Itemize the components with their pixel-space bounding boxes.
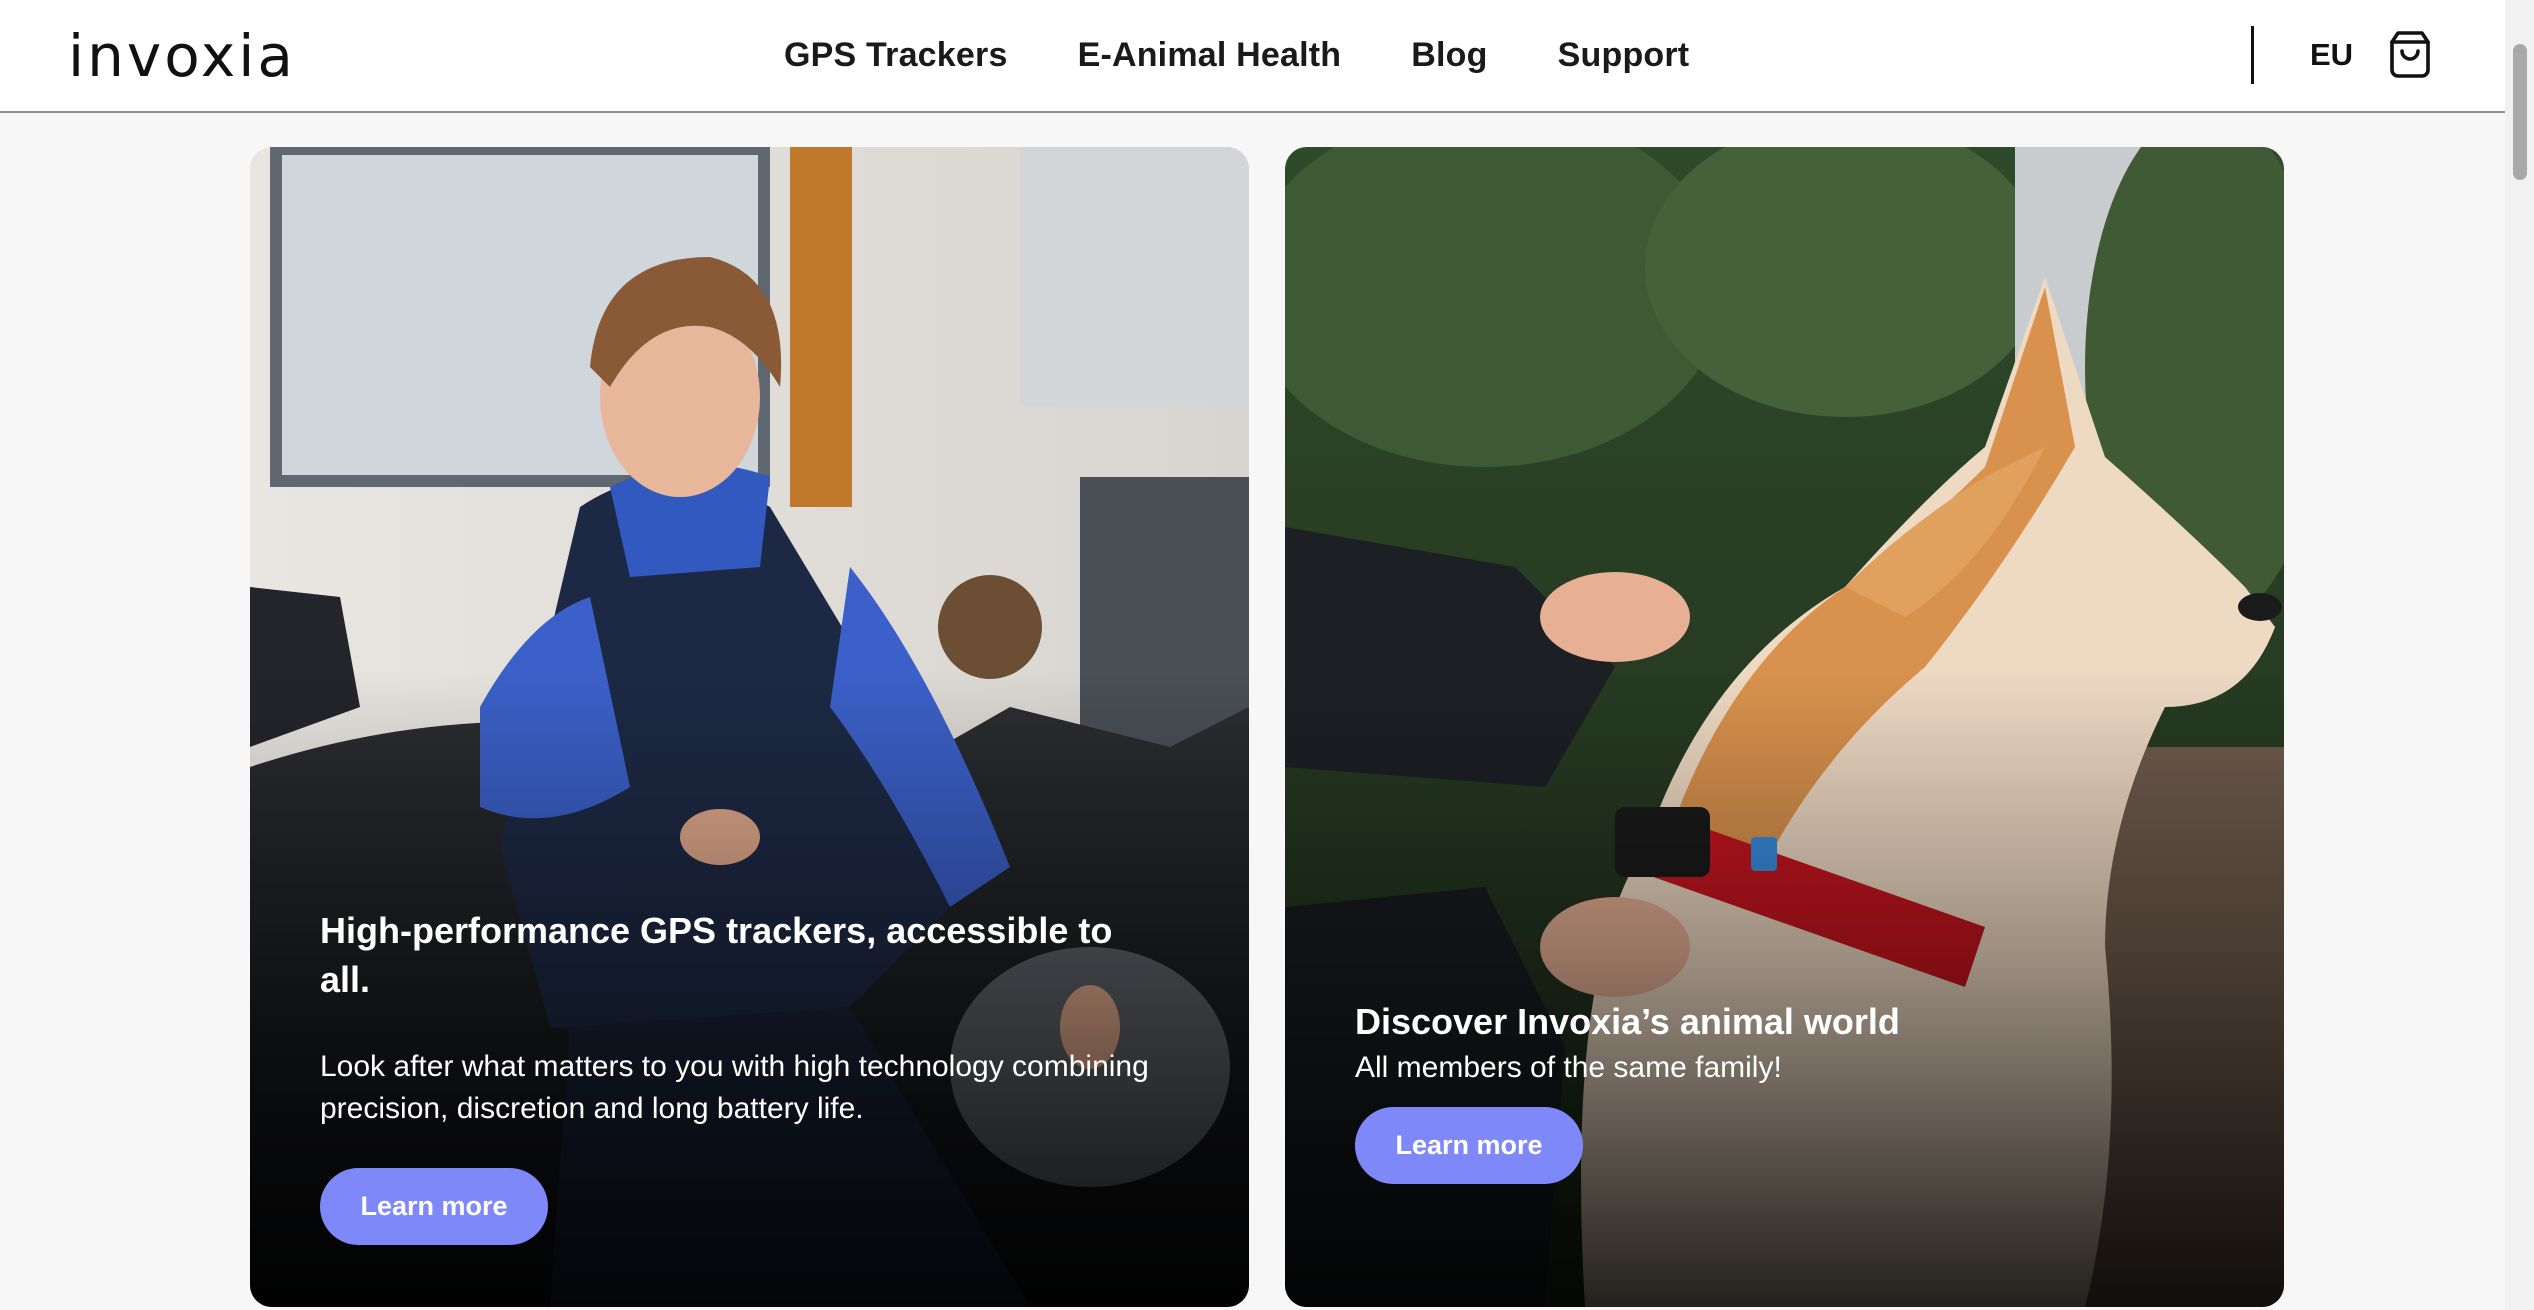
nav-gps-trackers[interactable]: GPS Trackers xyxy=(784,30,1008,80)
learn-more-button[interactable]: Learn more xyxy=(1355,1107,1583,1184)
card-title: Discover Invoxia’s animal world xyxy=(1355,1001,1900,1042)
card-description: All members of the same family! xyxy=(1355,1051,1782,1084)
invoxia-logo[interactable]: invoxia xyxy=(68,18,296,94)
page-scrollbar[interactable] xyxy=(2505,0,2534,1310)
learn-more-button[interactable]: Learn more xyxy=(320,1168,548,1245)
animal-world-card: Discover Invoxia’s animal world All memb… xyxy=(1285,147,2284,1307)
region-selector[interactable]: EU xyxy=(2310,30,2353,80)
card-description: Look after what matters to you with high… xyxy=(320,1050,1149,1125)
nav-support[interactable]: Support xyxy=(1558,30,1690,80)
header-divider xyxy=(2251,26,2254,84)
gps-trackers-card: High-performance GPS trackers, accessibl… xyxy=(250,147,1249,1307)
site-header: invoxia GPS Trackers E-Animal Health Blo… xyxy=(0,0,2505,113)
scrollbar-thumb[interactable] xyxy=(2513,44,2527,180)
nav-e-animal-health[interactable]: E-Animal Health xyxy=(1078,30,1342,80)
card-title: High-performance GPS trackers, accessibl… xyxy=(320,910,1113,1000)
main-nav: GPS Trackers E-Animal Health Blog Suppor… xyxy=(784,30,1689,80)
card-content: High-performance GPS trackers, accessibl… xyxy=(320,906,1169,1245)
nav-blog[interactable]: Blog xyxy=(1411,30,1487,80)
shopping-bag-icon[interactable] xyxy=(2388,30,2432,78)
